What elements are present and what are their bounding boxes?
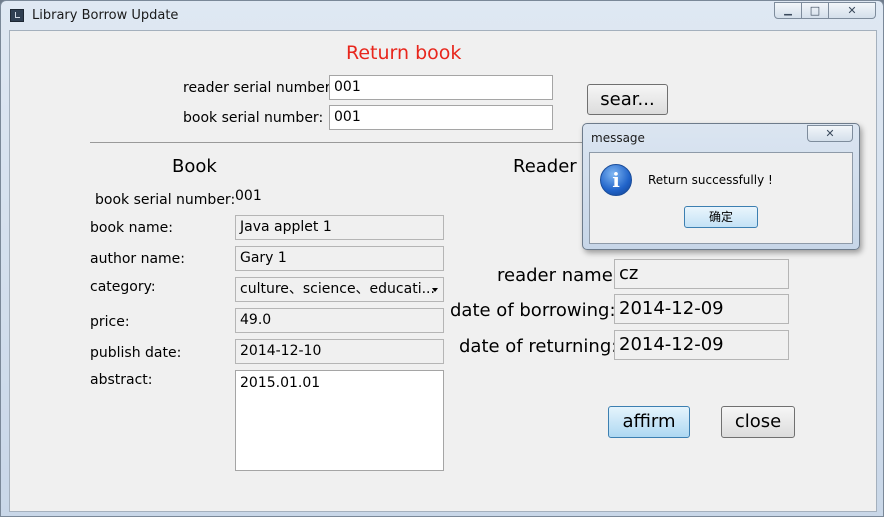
maximize-button[interactable]: □	[802, 2, 829, 19]
info-icon: i	[600, 164, 632, 196]
category-label: category:	[90, 279, 156, 295]
minimize-icon: ▁	[784, 5, 792, 16]
author-name-label: author name:	[90, 251, 186, 267]
price-label: price:	[90, 314, 130, 330]
publish-date-field[interactable]: 2014-12-10	[235, 339, 444, 364]
dialog-message: Return successfully !	[648, 173, 773, 187]
affirm-button[interactable]: affirm	[608, 406, 690, 438]
publish-date-label: publish date:	[90, 345, 182, 361]
client-area: Return book reader serial number: 001 bo…	[9, 30, 877, 512]
page-title: Return book	[346, 42, 462, 64]
reader-name-label: reader name:	[497, 265, 619, 286]
close-button[interactable]: close	[721, 406, 795, 438]
dialog-ok-button[interactable]: 确定	[684, 206, 758, 228]
borrow-date-label: date of borrowing:	[450, 300, 616, 321]
abstract-label: abstract:	[90, 372, 153, 388]
reader-name-field[interactable]: cz	[614, 259, 789, 289]
book-name-field[interactable]: Java applet 1	[235, 215, 444, 240]
category-value: culture、science、educati...	[240, 281, 435, 297]
book-serial-number-value: 001	[235, 188, 262, 204]
author-name-field[interactable]: Gary 1	[235, 246, 444, 271]
title-bar[interactable]: Library Borrow Update ▁ □ ✕	[1, 1, 883, 29]
window-controls: ▁ □ ✕	[774, 2, 876, 21]
separator	[90, 142, 582, 143]
borrow-date-field[interactable]: 2014-12-09	[614, 294, 789, 324]
price-field[interactable]: 49.0	[235, 308, 444, 333]
return-date-field[interactable]: 2014-12-09	[614, 330, 789, 360]
return-date-label: date of returning:	[459, 336, 618, 357]
book-serial-label: book serial number:	[183, 110, 324, 126]
search-button[interactable]: sear...	[587, 84, 668, 115]
category-select[interactable]: culture、science、educati...	[235, 277, 444, 302]
chevron-down-icon	[432, 288, 438, 292]
app-icon	[10, 9, 24, 22]
close-icon: ✕	[825, 127, 835, 140]
close-icon: ✕	[847, 4, 857, 17]
book-serial-number-label: book serial number:	[95, 192, 236, 208]
message-dialog: message ✕ i Return successfully ! 确定	[582, 123, 860, 250]
window-title: Library Borrow Update	[32, 8, 179, 23]
dialog-body: i Return successfully ! 确定	[589, 152, 853, 244]
book-serial-input[interactable]: 001	[329, 105, 553, 130]
abstract-textarea[interactable]: 2015.01.01	[235, 370, 444, 471]
close-window-button[interactable]: ✕	[829, 2, 876, 19]
dialog-title: message	[591, 131, 645, 145]
reader-section-heading: Reader	[513, 156, 577, 177]
book-name-label: book name:	[90, 220, 173, 236]
book-section-heading: Book	[172, 156, 217, 177]
minimize-button[interactable]: ▁	[774, 2, 802, 19]
reader-serial-label: reader serial number:	[183, 80, 335, 96]
reader-serial-input[interactable]: 001	[329, 75, 553, 100]
maximize-icon: □	[809, 4, 821, 17]
main-window: Library Borrow Update ▁ □ ✕ Return book …	[0, 0, 884, 517]
dialog-close-button[interactable]: ✕	[807, 125, 853, 142]
